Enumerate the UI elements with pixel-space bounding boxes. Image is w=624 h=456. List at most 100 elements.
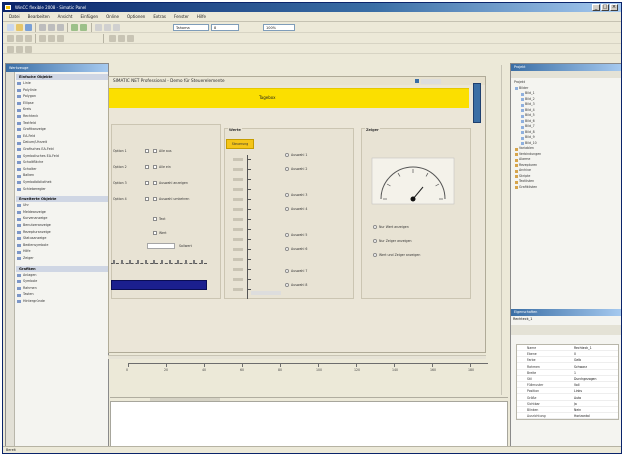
line-tool-icon[interactable] xyxy=(16,46,23,53)
transfer-icon[interactable] xyxy=(104,24,111,31)
save-icon[interactable] xyxy=(25,24,32,31)
checkbox[interactable] xyxy=(153,181,157,185)
copy-icon[interactable] xyxy=(48,24,55,31)
cut-icon[interactable] xyxy=(39,24,46,31)
tree-item[interactable]: Rezepturen xyxy=(519,163,537,168)
size-combo[interactable]: 8 xyxy=(211,24,239,31)
align-center-icon[interactable] xyxy=(48,35,55,42)
checkbox[interactable] xyxy=(145,149,149,153)
tree-item[interactable]: Alarme xyxy=(519,157,530,162)
toolbox-item[interactable]: Grafikanzeige xyxy=(16,127,108,133)
menu-item[interactable]: Fenster xyxy=(174,14,189,19)
toolbox-group-header[interactable]: Grafiken xyxy=(16,265,108,272)
radio-button[interactable] xyxy=(285,207,289,211)
editor-hscroll[interactable] xyxy=(108,355,486,359)
tree-item[interactable]: Grafiklisten xyxy=(519,185,537,190)
undo-icon[interactable] xyxy=(71,24,78,31)
radio-button[interactable] xyxy=(285,247,289,251)
tree-item[interactable]: Verbindungen xyxy=(519,152,541,157)
grid-icon[interactable] xyxy=(109,35,116,42)
radio-button[interactable] xyxy=(285,269,289,273)
toolbox-item[interactable]: Linie xyxy=(16,81,108,87)
property-value[interactable]: Ja xyxy=(574,401,577,407)
property-value[interactable]: Schwarz xyxy=(574,364,587,370)
layer-icon[interactable] xyxy=(118,35,125,42)
property-value[interactable]: 1 xyxy=(574,370,576,376)
radio-button[interactable] xyxy=(285,167,289,171)
underline-icon[interactable] xyxy=(25,35,32,42)
toolbox-item[interactable]: EA-Feld xyxy=(16,134,108,140)
runtime-icon[interactable] xyxy=(113,24,120,31)
checkbox[interactable] xyxy=(145,181,149,185)
tree-item[interactable]: Bild_6 xyxy=(525,119,535,124)
toolbox-item[interactable]: Tasten xyxy=(16,292,108,298)
property-row[interactable]: Breite 1 xyxy=(517,370,618,376)
toolbox-item[interactable]: Symbolbibliothek xyxy=(16,180,108,186)
toolbox-item[interactable]: Rechteck xyxy=(16,114,108,120)
toolbox-item[interactable]: Rahmen xyxy=(16,286,108,292)
menu-item[interactable]: Bearbeiten xyxy=(28,14,50,19)
menu-item[interactable]: Hilfe xyxy=(197,14,206,19)
maximize-button[interactable]: □ xyxy=(601,4,609,11)
property-row[interactable]: Position Links xyxy=(517,388,618,395)
toolbox-item[interactable]: Grafisches EA-Feld xyxy=(16,147,108,153)
open-icon[interactable] xyxy=(16,24,23,31)
radio-button[interactable] xyxy=(285,193,289,197)
toolbox-item[interactable]: Rezepturanzeige xyxy=(16,230,108,236)
property-row[interactable]: Farbe Gelb xyxy=(517,357,618,364)
gauge-radio[interactable] xyxy=(373,253,377,257)
toolbox-item[interactable]: Schieberegler xyxy=(16,187,108,193)
tree-item[interactable]: Bilder xyxy=(519,86,528,91)
gauge-radio[interactable] xyxy=(373,239,377,243)
toolbox-item[interactable]: Kreis xyxy=(16,107,108,113)
rect-tool-icon[interactable] xyxy=(25,46,32,53)
menu-item[interactable]: Datei xyxy=(9,14,20,19)
property-value[interactable]: Links xyxy=(574,388,582,394)
font-combo[interactable]: Tahoma xyxy=(173,24,209,31)
toolbox-item[interactable]: Symbolisches EA-Feld xyxy=(16,154,108,160)
minimize-button[interactable]: _ xyxy=(592,4,600,11)
align-right-icon[interactable] xyxy=(57,35,64,42)
toolbox-item[interactable]: Balken xyxy=(16,173,108,179)
toolbox-item[interactable]: Symbole xyxy=(16,279,108,285)
tree-item[interactable]: Bild_10 xyxy=(525,141,537,146)
property-row[interactable]: Ausrichtung Horizontal xyxy=(517,413,618,420)
value-field[interactable] xyxy=(147,243,175,249)
editor-vscroll[interactable] xyxy=(501,65,507,395)
toolbox-item[interactable]: Schalter xyxy=(16,167,108,173)
new-icon[interactable] xyxy=(7,24,14,31)
toolbox-item[interactable]: Anlagen xyxy=(16,273,108,279)
tree-item[interactable]: Projekt xyxy=(514,80,525,85)
property-row[interactable]: Name Rechteck_1 xyxy=(517,345,618,351)
toolbox-item[interactable]: Polygon xyxy=(16,94,108,100)
toolbox-item[interactable]: Bediensymbole xyxy=(16,243,108,249)
tree-item[interactable]: Textlisten xyxy=(519,179,534,184)
property-value[interactable]: Nein xyxy=(574,407,581,413)
property-value[interactable]: Durchgezogen xyxy=(574,376,596,382)
toolbox-item[interactable]: Datum/Uhrzeit xyxy=(16,140,108,146)
radio-button[interactable] xyxy=(285,153,289,157)
menu-item[interactable]: Extras xyxy=(153,14,166,19)
paste-icon[interactable] xyxy=(57,24,64,31)
zoom-combo[interactable]: 100% xyxy=(263,24,295,31)
checkbox[interactable] xyxy=(153,197,157,201)
tree-item[interactable]: Variablen xyxy=(519,146,534,151)
property-row[interactable]: Rahmen Schwarz xyxy=(517,364,618,370)
property-value[interactable]: Gelb xyxy=(574,357,581,363)
toolbox-item[interactable]: Zeiger xyxy=(16,256,108,262)
property-row[interactable]: Größe Auto xyxy=(517,395,618,401)
checkbox[interactable] xyxy=(153,217,157,221)
bold-icon[interactable] xyxy=(7,35,14,42)
checkbox[interactable] xyxy=(145,197,149,201)
radio-button[interactable] xyxy=(285,283,289,287)
property-row[interactable]: Ebene 0 xyxy=(517,351,618,358)
property-row[interactable]: Füllmuster Voll xyxy=(517,382,618,389)
toolbox-item[interactable]: Ellipse xyxy=(16,101,108,107)
property-value[interactable]: Rechteck_1 xyxy=(574,345,592,351)
tree-item[interactable]: Archive xyxy=(519,168,531,173)
toolbox-item[interactable]: Hilfe xyxy=(16,249,108,255)
tree-item[interactable]: Bild_7 xyxy=(525,124,535,129)
toolbox-item[interactable]: Schaltfläche xyxy=(16,160,108,166)
toolbox-item[interactable]: Textfeld xyxy=(16,121,108,127)
toolbox-item[interactable]: Meldeanzeige xyxy=(16,210,108,216)
